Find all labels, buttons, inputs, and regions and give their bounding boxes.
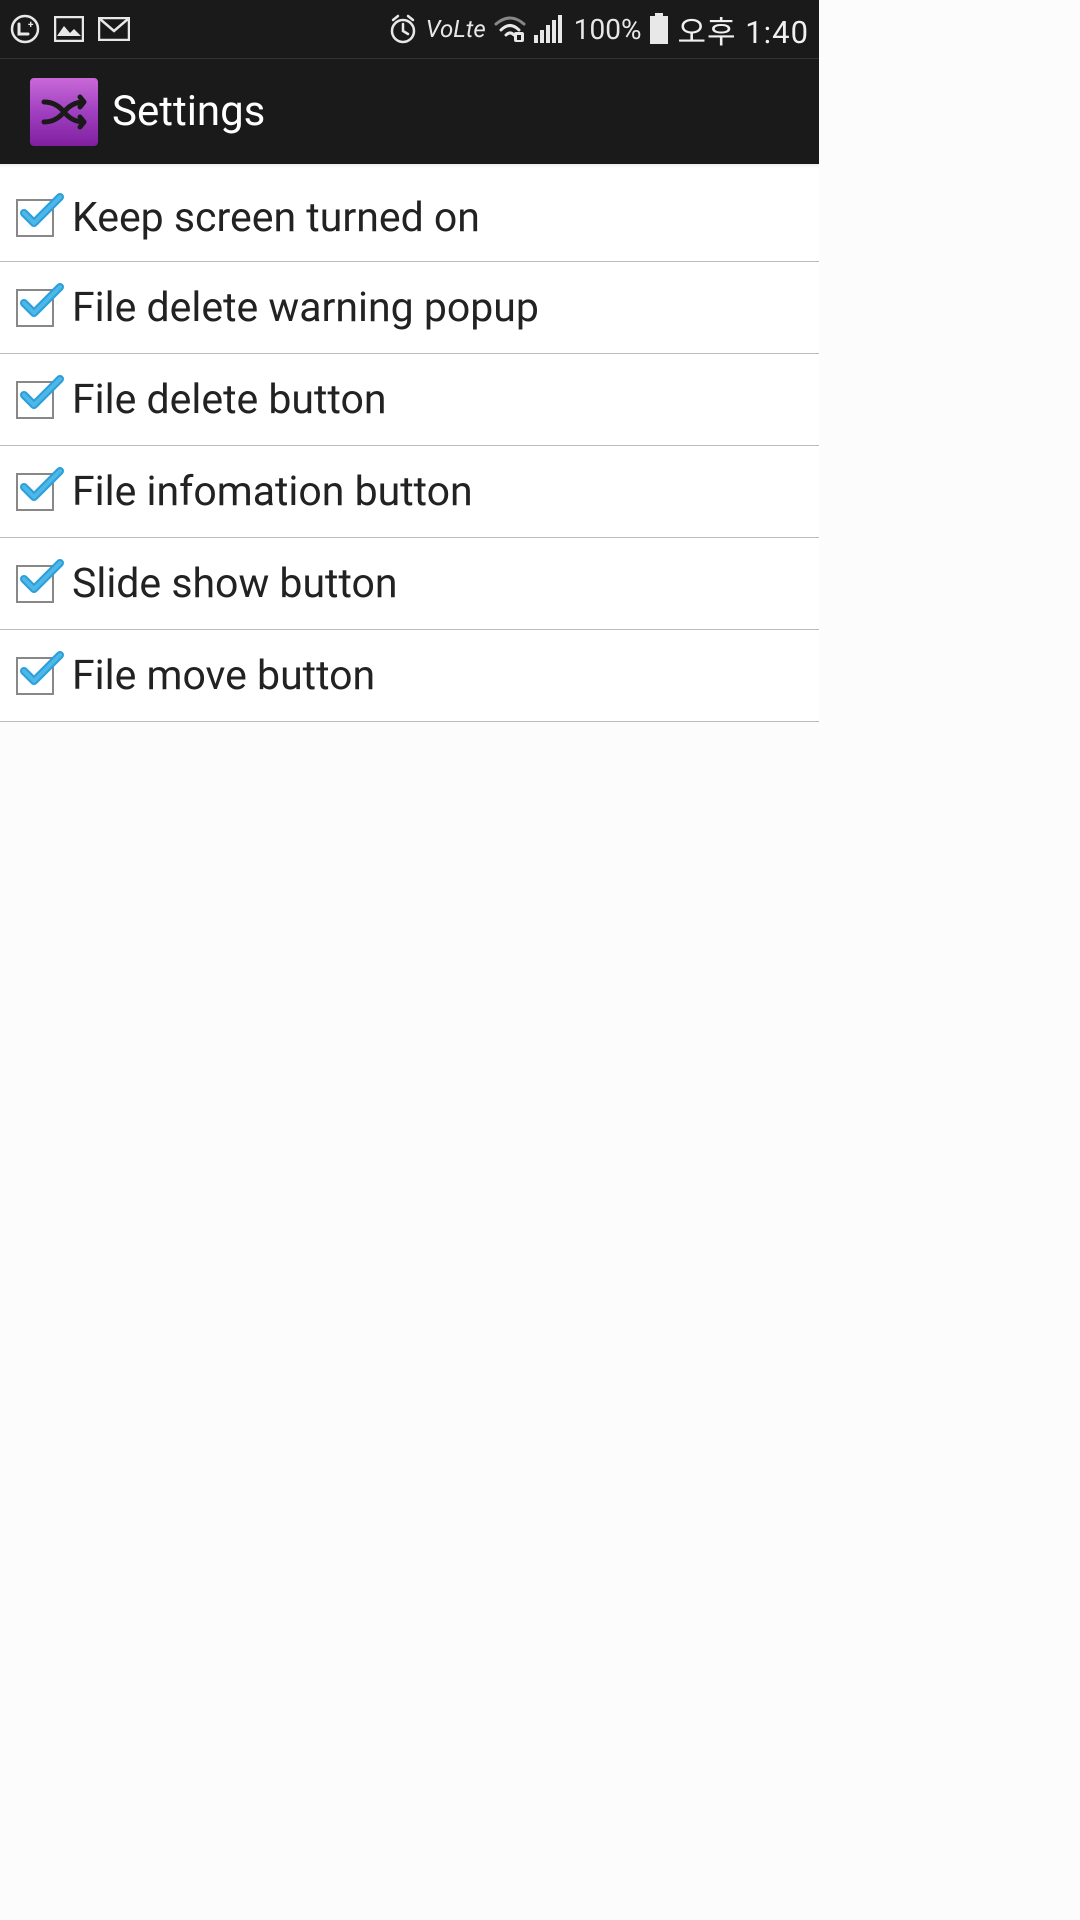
gmail-icon — [98, 17, 130, 41]
battery-percent: 100% — [574, 13, 642, 46]
checkmark-icon — [20, 649, 64, 693]
setting-file-delete-button[interactable]: File delete button — [0, 354, 819, 446]
setting-label: File move button — [72, 652, 375, 700]
checkbox-keep-screen-on[interactable] — [16, 199, 54, 237]
checkbox-file-delete-button[interactable] — [16, 381, 54, 419]
checkmark-icon — [20, 465, 64, 509]
checkmark-icon — [20, 191, 64, 235]
svg-text:+: + — [28, 20, 34, 31]
setting-file-move-button[interactable]: File move button — [0, 630, 819, 722]
setting-label: Slide show button — [72, 560, 398, 608]
checkmark-icon — [20, 557, 64, 601]
status-left-icons: + — [10, 14, 130, 44]
setting-label: Keep screen turned on — [72, 194, 480, 242]
setting-file-delete-warning[interactable]: File delete warning popup — [0, 262, 819, 354]
clock-time: 오후 1:40 — [677, 7, 809, 52]
setting-slideshow-button[interactable]: Slide show button — [0, 538, 819, 630]
checkbox-file-move-button[interactable] — [16, 657, 54, 695]
checkmark-icon — [20, 281, 64, 325]
app-header: Settings — [0, 58, 819, 164]
status-bar: + VoLte — [0, 0, 819, 58]
gallery-icon — [54, 16, 84, 42]
checkmark-icon — [20, 373, 64, 417]
wifi-icon — [494, 16, 526, 42]
setting-file-info-button[interactable]: File infomation button — [0, 446, 819, 538]
setting-keep-screen-on[interactable]: Keep screen turned on — [0, 174, 819, 262]
page-title: Settings — [112, 87, 265, 136]
volte-indicator: VoLte — [426, 15, 486, 43]
checkbox-file-info-button[interactable] — [16, 473, 54, 511]
checkbox-slideshow-button[interactable] — [16, 565, 54, 603]
battery-icon — [649, 13, 669, 45]
setting-label: File delete button — [72, 376, 387, 424]
status-right-icons: VoLte 100% 오 — [388, 7, 809, 52]
signal-icon — [534, 15, 566, 43]
alarm-icon — [388, 14, 418, 44]
checkbox-file-delete-warning[interactable] — [16, 289, 54, 327]
carrier-icon: + — [10, 14, 40, 44]
settings-list: Keep screen turned on File delete warnin… — [0, 164, 819, 722]
setting-label: File delete warning popup — [72, 284, 539, 332]
app-icon — [30, 78, 98, 146]
setting-label: File infomation button — [72, 468, 473, 516]
